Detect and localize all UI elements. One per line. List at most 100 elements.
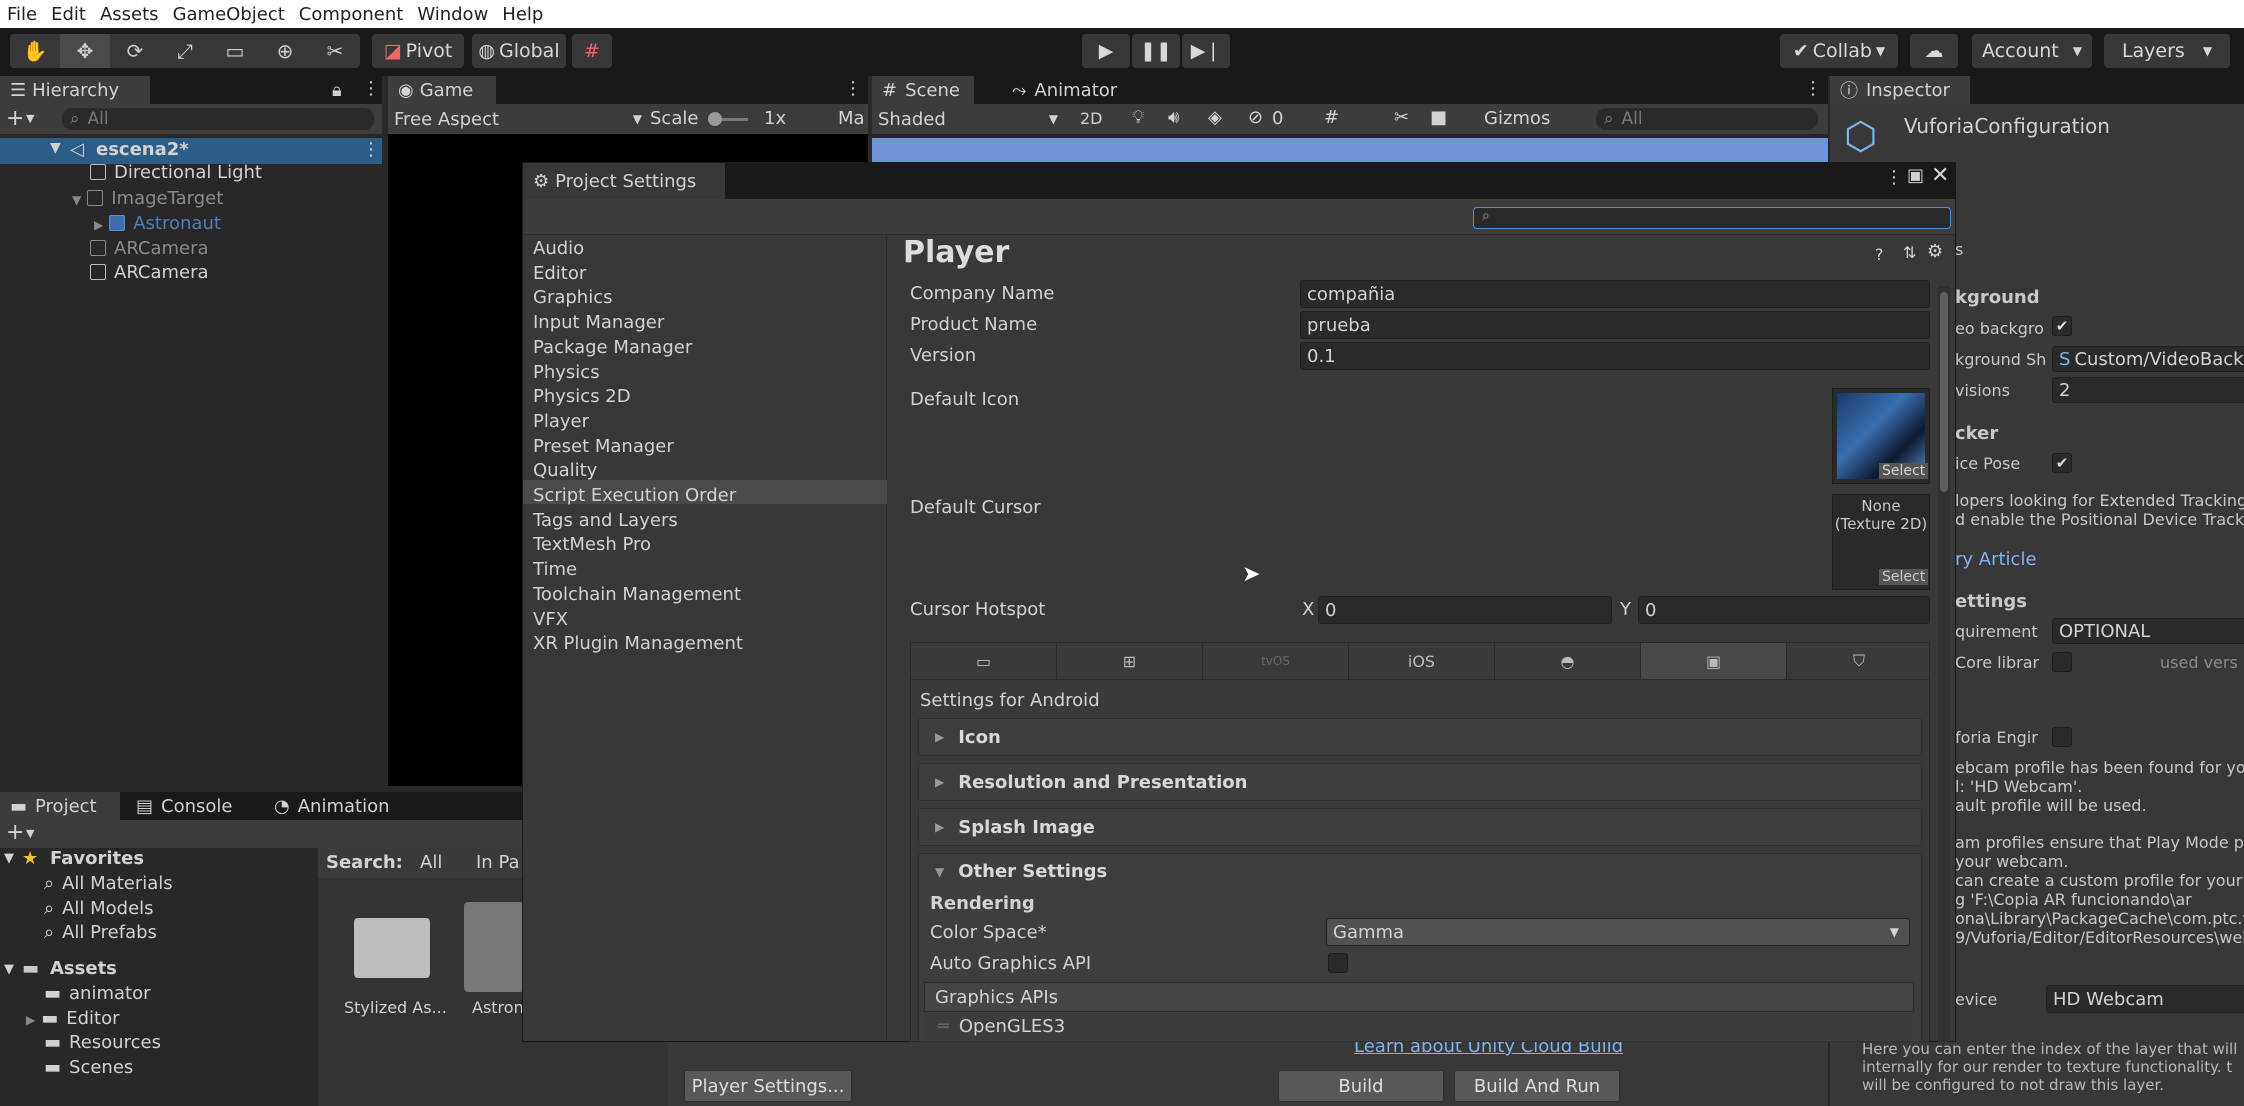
help-icon[interactable]: ? <box>1875 245 1884 264</box>
grid-icon[interactable]: # <box>1324 107 1339 128</box>
scale-slider[interactable] <box>708 112 748 126</box>
transform-tool-icon[interactable]: ⊕ <box>260 34 310 68</box>
more-icon[interactable]: ⋮ <box>1885 167 1903 188</box>
category-time[interactable]: Time <box>533 559 577 580</box>
scene-row[interactable]: ▼ ◁ escena2* ⋮ <box>0 138 382 164</box>
graphics-api-item[interactable]: ═ OpenGLES3 <box>924 1012 1914 1040</box>
gizmos-dropdown[interactable]: Gizmos <box>1484 108 1550 129</box>
folder-thumbnail-icon[interactable] <box>354 918 430 978</box>
webcam-device-dropdown[interactable]: HD Webcam <box>2046 985 2244 1013</box>
category-audio[interactable]: Audio <box>533 238 584 259</box>
expand-icon[interactable]: ▼ <box>4 851 14 866</box>
build-and-run-button[interactable]: Build And Run <box>1454 1070 1620 1102</box>
move-tool-icon[interactable]: ✥ <box>60 34 110 68</box>
search-in-package-toggle[interactable]: In Pa <box>476 852 520 873</box>
favorites-label[interactable]: Favorites <box>50 848 144 869</box>
rotate-tool-icon[interactable]: ⟳ <box>110 34 160 68</box>
chevron-down-icon[interactable]: ▼ <box>26 112 34 125</box>
settings-scrollbar[interactable] <box>1938 286 1950 1042</box>
expand-icon[interactable]: ▼ <box>50 140 61 156</box>
menu-window[interactable]: Window <box>410 4 495 25</box>
tab-webgl[interactable]: ⛉ <box>1787 643 1931 679</box>
menu-file[interactable]: File <box>0 4 44 25</box>
tab-ios[interactable]: iOS <box>1349 643 1495 679</box>
prefab-thumbnail-icon[interactable] <box>464 902 524 992</box>
lighting-icon[interactable]: 💡︎ <box>1132 107 1145 128</box>
foldout-icon-section[interactable]: ▶ Icon <box>918 718 1922 756</box>
more-icon[interactable]: ⋮ <box>1804 78 1822 99</box>
default-cursor-slot[interactable]: None (Texture 2D) Select <box>1832 494 1930 590</box>
video-background-checkbox[interactable]: ✔ <box>2052 316 2072 336</box>
pivot-button[interactable]: ◪ Pivot <box>372 34 464 68</box>
folder-editor[interactable]: ▶ ▬ Editor <box>26 1008 120 1029</box>
audio-icon[interactable]: 🔊︎ <box>1168 107 1179 128</box>
preset-icon[interactable]: ⇅ <box>1903 243 1916 262</box>
category-editor[interactable]: Editor <box>533 263 586 284</box>
asset-astronaut[interactable]: Astron <box>472 998 524 1017</box>
category-preset-manager[interactable]: Preset Manager <box>533 436 674 457</box>
category-physics-2d[interactable]: Physics 2D <box>533 386 631 407</box>
more-icon[interactable]: ⋮ <box>362 139 380 160</box>
maximize-toggle[interactable]: Ma <box>838 108 865 129</box>
effects-icon[interactable]: ◈ <box>1208 107 1222 128</box>
category-package-manager[interactable]: Package Manager <box>533 337 692 358</box>
tab-windows[interactable]: ⊞ <box>1057 643 1203 679</box>
collab-button[interactable]: ✔ Collab ▼ <box>1780 34 1898 68</box>
folder-animator[interactable]: ▬ animator <box>44 983 151 1004</box>
hierarchy-search-input[interactable]: ⌕ All <box>62 108 374 130</box>
tab-scene[interactable]: # Scene <box>872 76 974 104</box>
window-tab[interactable]: ⚙ Project Settings <box>523 163 725 199</box>
hierarchy-item-directional-light[interactable]: Directional Light <box>90 162 262 183</box>
hand-tool-icon[interactable]: ✋ <box>10 34 60 68</box>
vuforia-engine-checkbox[interactable] <box>2052 727 2072 747</box>
rect-tool-icon[interactable]: ▭ <box>210 34 260 68</box>
divisions-field[interactable]: 2 <box>2052 377 2244 403</box>
hierarchy-item-arcamera[interactable]: ARCamera <box>90 262 209 283</box>
expand-icon[interactable]: ▶ <box>26 1013 35 1027</box>
slider-handle[interactable] <box>708 112 722 126</box>
shading-dropdown[interactable]: Shaded ▼ <box>878 107 1058 131</box>
tab-inspector[interactable]: ⓘ Inspector <box>1830 76 1970 104</box>
hierarchy-item-imagetarget[interactable]: ▼ ImageTarget <box>72 188 223 209</box>
settings-search-input[interactable]: ⌕ <box>1473 207 1951 229</box>
assets-label[interactable]: Assets <box>50 958 117 979</box>
select-cursor-button[interactable]: Select <box>1879 569 1929 585</box>
hierarchy-item-arcamera-disabled[interactable]: ARCamera <box>90 238 209 259</box>
category-toolchain-management[interactable]: Toolchain Management <box>533 584 741 605</box>
category-textmesh-pro[interactable]: TextMesh Pro <box>533 534 651 555</box>
version-input[interactable]: 0.1 <box>1300 342 1930 370</box>
device-pose-checkbox[interactable]: ✔ <box>2052 453 2072 473</box>
expand-icon[interactable]: ▼ <box>4 962 14 977</box>
category-graphics[interactable]: Graphics <box>533 287 613 308</box>
auto-graphics-api-checkbox[interactable] <box>1328 953 1348 973</box>
account-button[interactable]: Account ▼ <box>1972 34 2092 68</box>
lock-icon[interactable]: 🔒︎ <box>332 80 342 101</box>
category-tags-and-layers[interactable]: Tags and Layers <box>533 510 678 531</box>
tab-animation[interactable]: ◔ Animation <box>264 792 400 820</box>
asset-stylized[interactable]: Stylized As... <box>344 998 447 1017</box>
build-button[interactable]: Build <box>1278 1070 1444 1102</box>
tab-android[interactable]: ▣ <box>1641 643 1787 679</box>
tab-hierarchy[interactable]: ☰ Hierarchy <box>0 76 150 104</box>
pause-button[interactable]: ❚❚ <box>1132 34 1180 68</box>
menu-help[interactable]: Help <box>495 4 550 25</box>
drag-handle-icon[interactable]: ═ <box>938 1016 949 1037</box>
select-icon-button[interactable]: Select <box>1879 463 1929 479</box>
scene-search-input[interactable]: ⌕ All <box>1596 108 1818 130</box>
tab-project[interactable]: ▬ Project <box>0 792 120 820</box>
play-button[interactable]: ▶ <box>1082 34 1130 68</box>
hotspot-x-input[interactable]: 0 <box>1318 596 1612 624</box>
menu-gameobject[interactable]: GameObject <box>166 4 292 25</box>
product-name-input[interactable]: prueba <box>1300 311 1930 339</box>
search-all-toggle[interactable]: All <box>420 852 442 873</box>
category-physics[interactable]: Physics <box>533 362 600 383</box>
fav-all-materials[interactable]: ⌕ All Materials <box>44 873 173 894</box>
category-xr-plugin-management[interactable]: XR Plugin Management <box>533 633 743 654</box>
category-vfx[interactable]: VFX <box>533 609 568 630</box>
step-button[interactable]: ▶❘ <box>1182 34 1230 68</box>
expand-icon[interactable]: ▼ <box>72 193 81 207</box>
2d-toggle[interactable]: 2D <box>1080 109 1103 128</box>
menu-component[interactable]: Component <box>292 4 411 25</box>
foldout-splash-image[interactable]: ▶ Splash Image <box>918 808 1922 846</box>
requirement-dropdown[interactable]: OPTIONAL <box>2052 618 2244 644</box>
